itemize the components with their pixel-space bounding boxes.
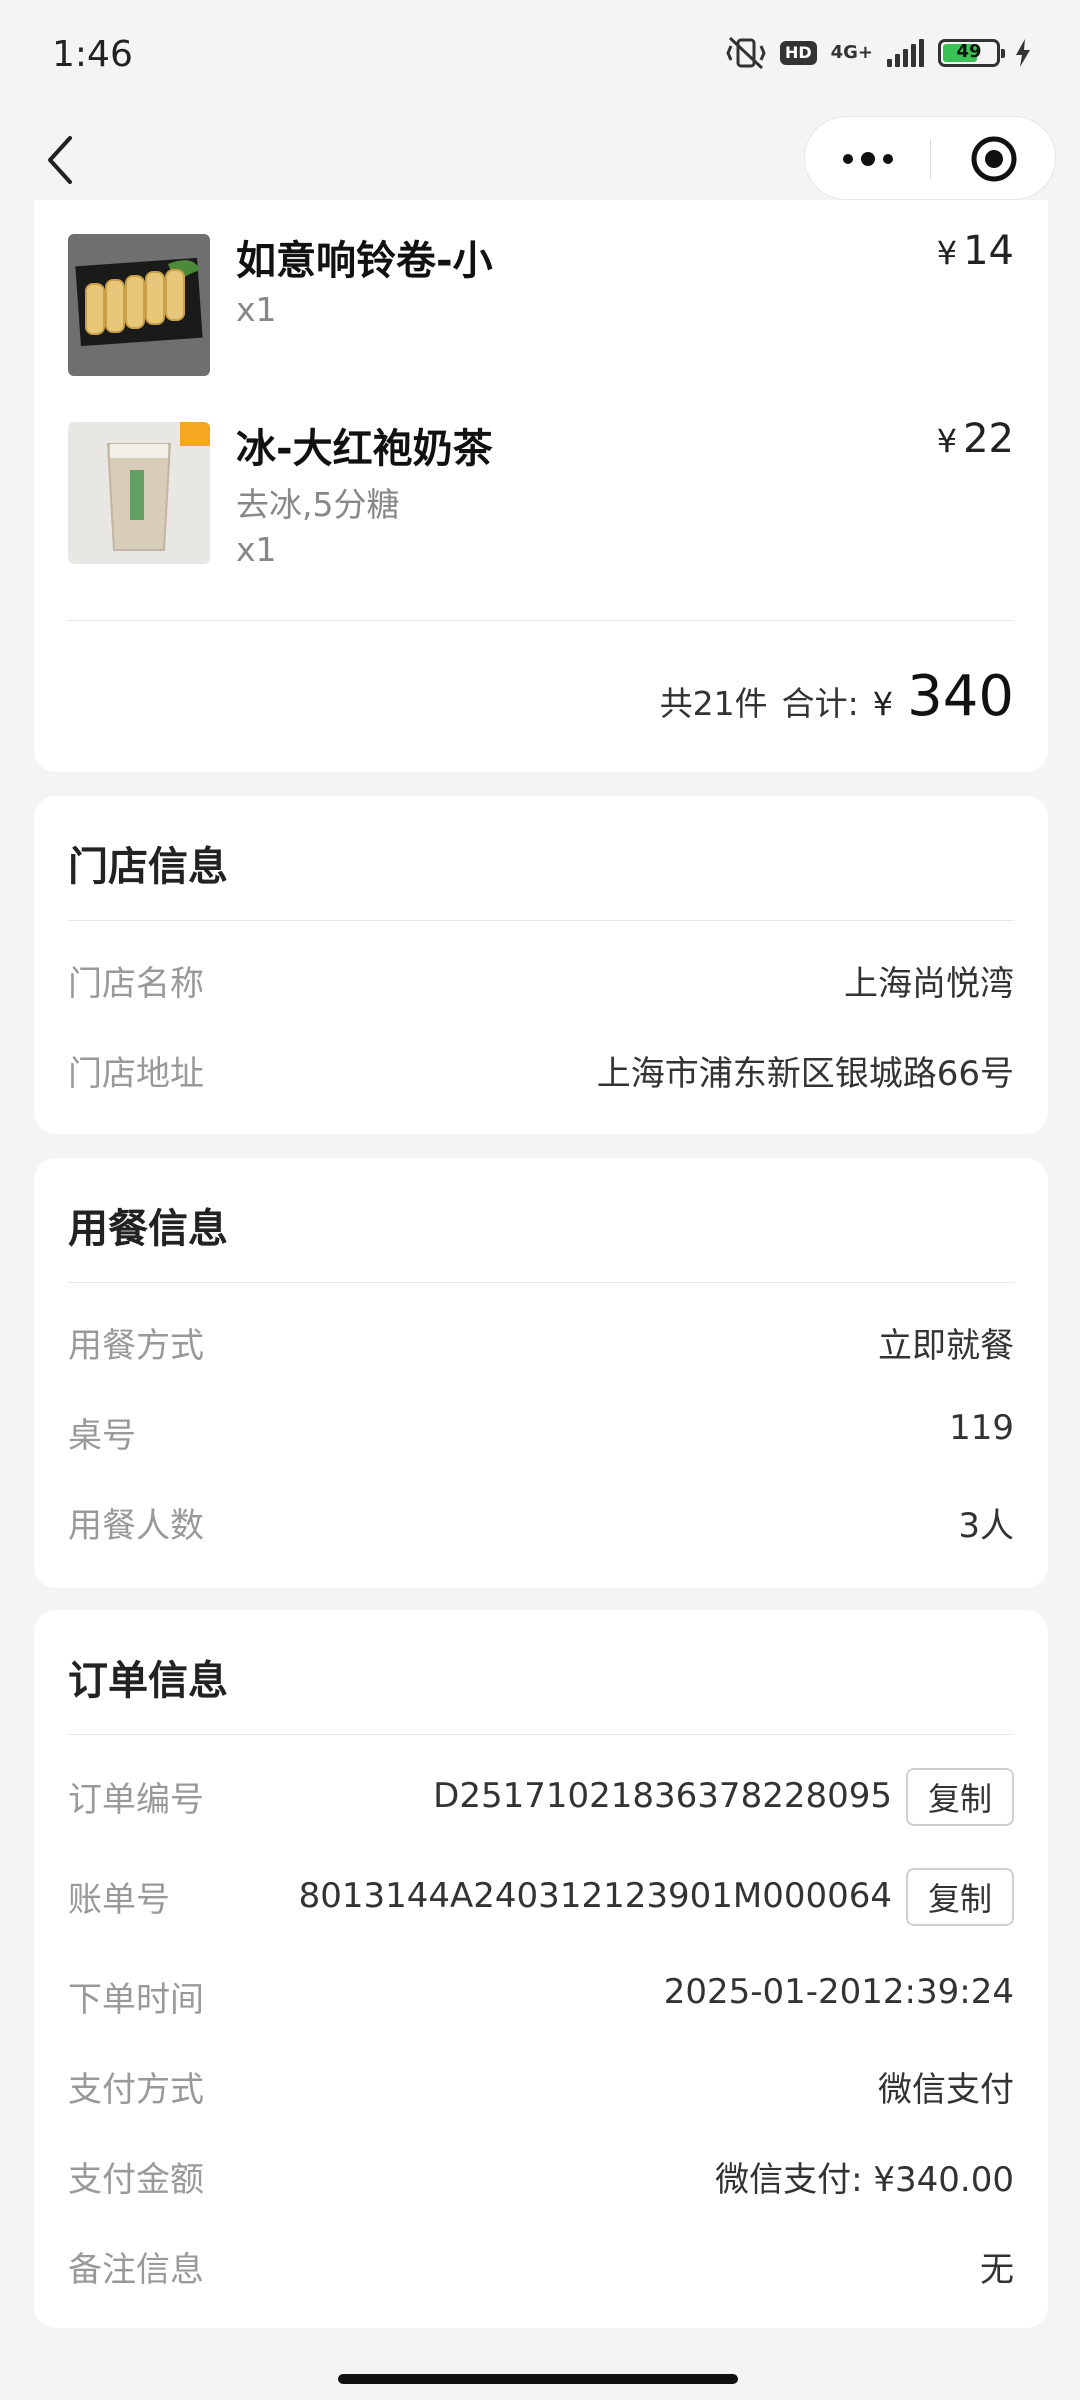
item-qty: x1 (236, 290, 277, 329)
info-row-order-number: 订单编号 D25171021836378228095 复制 (68, 1764, 1014, 1834)
info-row-remarks: 备注信息 无 (68, 2234, 1014, 2294)
section-title: 用餐信息 (68, 1206, 228, 1252)
order-info-card: 订单信息 订单编号 D25171021836378228095 复制 账单号 8… (34, 1610, 1048, 2328)
divider (68, 1282, 1014, 1283)
divider (68, 920, 1014, 921)
row-label: 备注信息 (68, 2250, 204, 2290)
row-label: 账单号 (68, 1880, 170, 1920)
item-image-milk-tea (68, 422, 210, 564)
info-row-store-name: 门店名称 上海尚悦湾 (68, 948, 1014, 1008)
order-items-card: 如意响铃卷-小 x1 ¥14 冰-大红袍奶茶 去冰,5分糖 x1 ¥22 共21… (34, 200, 1048, 772)
row-value: D25171021836378228095 (433, 1776, 892, 1816)
item-options: 去冰,5分糖 (236, 485, 400, 524)
dining-info-card: 用餐信息 用餐方式 立即就餐 桌号 119 用餐人数 3人 (34, 1158, 1048, 1588)
status-icons: HD 4G+ 49 (726, 36, 1032, 70)
row-value: 微信支付: ¥340.00 (715, 2160, 1014, 2200)
row-label: 用餐人数 (68, 1506, 204, 1546)
currency-symbol: ¥ (936, 234, 958, 272)
divider (68, 620, 1014, 621)
item-price: ¥14 (937, 228, 1014, 274)
info-row-table-number: 桌号 119 (68, 1400, 1014, 1460)
item-name: 如意响铃卷-小 (236, 238, 493, 284)
info-row-bill-number: 账单号 8013144A240312123901M000064 复制 (68, 1864, 1014, 1934)
info-row-payment-amount: 支付金额 微信支付: ¥340.00 (68, 2144, 1014, 2204)
back-button[interactable] (40, 130, 80, 190)
row-label: 用餐方式 (68, 1326, 204, 1366)
item-price-value: 14 (963, 228, 1014, 274)
row-label: 门店名称 (68, 964, 204, 1004)
vibrate-off-icon (726, 36, 766, 70)
more-dots-icon (842, 152, 893, 166)
info-row-payment-method: 支付方式 微信支付 (68, 2054, 1014, 2114)
home-indicator[interactable] (338, 2374, 738, 2384)
row-value: 3人 (958, 1506, 1014, 1546)
charging-icon (1016, 39, 1030, 67)
info-row-store-address: 门店地址 上海市浦东新区银城路66号 (68, 1038, 1014, 1098)
row-value: 2025-01-2012:39:24 (663, 1972, 1014, 2012)
row-value: 119 (949, 1408, 1014, 1448)
copy-order-number-button[interactable]: 复制 (906, 1768, 1014, 1826)
info-row-dining-mode: 用餐方式 立即就餐 (68, 1310, 1014, 1370)
item-image-spring-rolls (68, 234, 210, 376)
row-value: 上海尚悦湾 (844, 964, 1014, 1004)
target-circle-icon (971, 136, 1016, 182)
row-value: 立即就餐 (878, 1326, 1014, 1366)
row-value: 上海市浦东新区银城路66号 (596, 1054, 1014, 1094)
item-name: 冰-大红袍奶茶 (236, 426, 493, 472)
store-info-card: 门店信息 门店名称 上海尚悦湾 门店地址 上海市浦东新区银城路66号 (34, 796, 1048, 1134)
order-item: 冰-大红袍奶茶 去冰,5分糖 x1 ¥22 (68, 416, 1014, 569)
network-type: 4G+ (830, 42, 873, 63)
row-value: 8013144A240312123901M000064 (298, 1876, 892, 1916)
info-row-guest-count: 用餐人数 3人 (68, 1490, 1014, 1550)
item-price-value: 22 (963, 416, 1014, 462)
row-label: 支付金额 (68, 2160, 204, 2200)
status-time: 1:46 (52, 34, 133, 75)
signal-icon (887, 39, 924, 67)
miniprogram-capsule (804, 116, 1056, 200)
row-label: 订单编号 (68, 1780, 204, 1820)
hd-icon: HD (779, 41, 817, 65)
row-label: 门店地址 (68, 1054, 204, 1094)
copy-bill-number-button[interactable]: 复制 (906, 1868, 1014, 1926)
item-qty: x1 (236, 530, 277, 569)
section-title: 门店信息 (68, 844, 228, 890)
close-miniprogram-button[interactable] (931, 117, 1056, 201)
divider (68, 1734, 1014, 1735)
total-label: 合计: (781, 684, 859, 723)
currency-symbol: ¥ (872, 685, 894, 723)
row-label: 支付方式 (68, 2070, 204, 2110)
status-bar: 1:46 HD 4G+ 49 (0, 0, 1080, 110)
currency-symbol: ¥ (936, 422, 958, 460)
section-title: 订单信息 (68, 1658, 228, 1704)
order-item: 如意响铃卷-小 x1 ¥14 (68, 228, 1014, 376)
row-label: 下单时间 (68, 1980, 204, 2020)
item-price: ¥22 (937, 416, 1014, 462)
item-count: 共21件 (659, 684, 768, 723)
order-total: 共21件 合计: ¥ 340 (660, 664, 1014, 729)
battery-icon: 49 (938, 39, 1005, 67)
battery-level: 49 (956, 41, 982, 62)
info-row-order-time: 下单时间 2025-01-2012:39:24 (68, 1964, 1014, 2024)
chevron-left-icon (48, 136, 72, 184)
row-label: 桌号 (68, 1416, 136, 1456)
total-amount: 340 (907, 664, 1014, 729)
more-button[interactable] (805, 117, 930, 201)
row-value: 无 (980, 2250, 1014, 2290)
row-value: 微信支付 (878, 2070, 1014, 2110)
